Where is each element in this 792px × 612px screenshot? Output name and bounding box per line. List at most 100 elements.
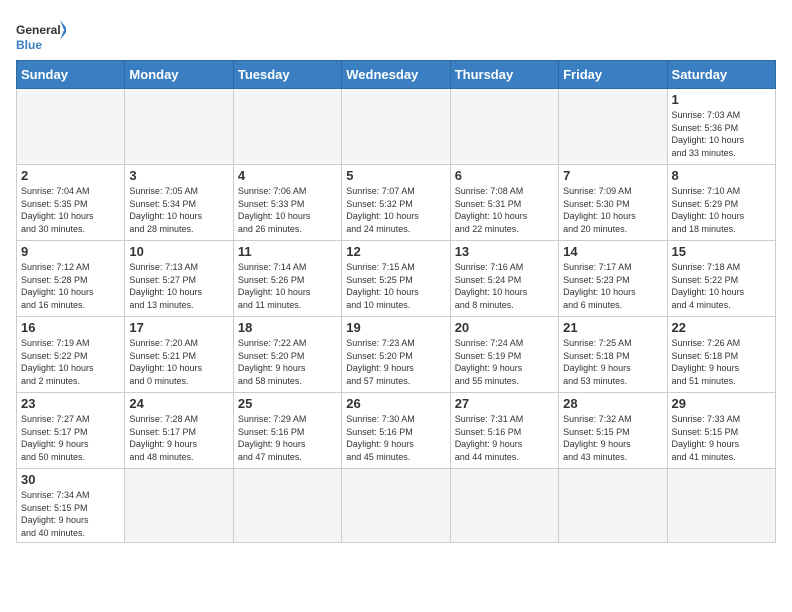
- day-info: Sunrise: 7:29 AM Sunset: 5:16 PM Dayligh…: [238, 413, 337, 463]
- calendar-cell: 7 Sunrise: 7:09 AM Sunset: 5:30 PM Daylig…: [559, 165, 667, 241]
- week-row-2: 2Sunrise: 7:04 AM Sunset: 5:35 PM Daylig…: [17, 165, 776, 241]
- day-info: Sunrise: 7:25 AM Sunset: 5:18 PM Dayligh…: [563, 337, 662, 387]
- calendar-cell: 29 Sunrise: 7:33 AM Sunset: 5:15 PM Dayli…: [667, 393, 775, 469]
- calendar-cell: 30 Sunrise: 7:34 AM Sunset: 5:15 PM Dayli…: [17, 469, 125, 543]
- calendar-cell: 1Sunrise: 7:03 AM Sunset: 5:36 PM Daylig…: [667, 89, 775, 165]
- day-info: Sunrise: 7:28 AM Sunset: 5:17 PM Dayligh…: [129, 413, 228, 463]
- calendar-cell: 4 Sunrise: 7:06 AM Sunset: 5:33 PM Daylig…: [233, 165, 341, 241]
- day-info: Sunrise: 7:06 AM Sunset: 5:33 PM Dayligh…: [238, 185, 337, 235]
- day-number: 13: [455, 244, 554, 259]
- calendar-cell: 8 Sunrise: 7:10 AM Sunset: 5:29 PM Daylig…: [667, 165, 775, 241]
- day-info: Sunrise: 7:05 AM Sunset: 5:34 PM Dayligh…: [129, 185, 228, 235]
- day-number: 26: [346, 396, 445, 411]
- day-info: Sunrise: 7:10 AM Sunset: 5:29 PM Dayligh…: [672, 185, 771, 235]
- logo-svg: General Blue: [16, 16, 66, 56]
- calendar-cell: 12Sunrise: 7:15 AM Sunset: 5:25 PM Dayli…: [342, 241, 450, 317]
- calendar-cell: 9 Sunrise: 7:12 AM Sunset: 5:28 PM Daylig…: [17, 241, 125, 317]
- day-number: 11: [238, 244, 337, 259]
- calendar-cell: 18Sunrise: 7:22 AM Sunset: 5:20 PM Dayli…: [233, 317, 341, 393]
- calendar-cell: [233, 469, 341, 543]
- day-number: 17: [129, 320, 228, 335]
- calendar-cell: 24Sunrise: 7:28 AM Sunset: 5:17 PM Dayli…: [125, 393, 233, 469]
- week-row-6: 30 Sunrise: 7:34 AM Sunset: 5:15 PM Dayli…: [17, 469, 776, 543]
- day-info: Sunrise: 7:03 AM Sunset: 5:36 PM Dayligh…: [672, 109, 771, 159]
- day-number: 5: [346, 168, 445, 183]
- calendar-cell: 19Sunrise: 7:23 AM Sunset: 5:20 PM Dayli…: [342, 317, 450, 393]
- calendar-cell: 25 Sunrise: 7:29 AM Sunset: 5:16 PM Dayli…: [233, 393, 341, 469]
- calendar-cell: [17, 89, 125, 165]
- day-of-week-sunday: Sunday: [17, 61, 125, 89]
- calendar-cell: [450, 469, 558, 543]
- day-info: Sunrise: 7:16 AM Sunset: 5:24 PM Dayligh…: [455, 261, 554, 311]
- day-info: Sunrise: 7:14 AM Sunset: 5:26 PM Dayligh…: [238, 261, 337, 311]
- svg-text:Blue: Blue: [16, 38, 42, 52]
- day-number: 30: [21, 472, 120, 487]
- day-info: Sunrise: 7:17 AM Sunset: 5:23 PM Dayligh…: [563, 261, 662, 311]
- days-of-week-row: SundayMondayTuesdayWednesdayThursdayFrid…: [17, 61, 776, 89]
- calendar-cell: [667, 469, 775, 543]
- calendar-cell: [125, 89, 233, 165]
- calendar-cell: 15Sunrise: 7:18 AM Sunset: 5:22 PM Dayli…: [667, 241, 775, 317]
- day-number: 20: [455, 320, 554, 335]
- day-info: Sunrise: 7:23 AM Sunset: 5:20 PM Dayligh…: [346, 337, 445, 387]
- day-number: 6: [455, 168, 554, 183]
- calendar-cell: [342, 89, 450, 165]
- day-number: 28: [563, 396, 662, 411]
- calendar-cell: 28 Sunrise: 7:32 AM Sunset: 5:15 PM Dayli…: [559, 393, 667, 469]
- week-row-3: 9 Sunrise: 7:12 AM Sunset: 5:28 PM Daylig…: [17, 241, 776, 317]
- day-info: Sunrise: 7:26 AM Sunset: 5:18 PM Dayligh…: [672, 337, 771, 387]
- day-number: 7: [563, 168, 662, 183]
- day-info: Sunrise: 7:13 AM Sunset: 5:27 PM Dayligh…: [129, 261, 228, 311]
- calendar-cell: [125, 469, 233, 543]
- day-info: Sunrise: 7:31 AM Sunset: 5:16 PM Dayligh…: [455, 413, 554, 463]
- day-number: 4: [238, 168, 337, 183]
- calendar-cell: 3 Sunrise: 7:05 AM Sunset: 5:34 PM Daylig…: [125, 165, 233, 241]
- calendar-cell: 23 Sunrise: 7:27 AM Sunset: 5:17 PM Dayli…: [17, 393, 125, 469]
- calendar-cell: 20Sunrise: 7:24 AM Sunset: 5:19 PM Dayli…: [450, 317, 558, 393]
- week-row-5: 23 Sunrise: 7:27 AM Sunset: 5:17 PM Dayli…: [17, 393, 776, 469]
- calendar-cell: 5 Sunrise: 7:07 AM Sunset: 5:32 PM Daylig…: [342, 165, 450, 241]
- day-of-week-tuesday: Tuesday: [233, 61, 341, 89]
- calendar-cell: 2Sunrise: 7:04 AM Sunset: 5:35 PM Daylig…: [17, 165, 125, 241]
- calendar-cell: 26Sunrise: 7:30 AM Sunset: 5:16 PM Dayli…: [342, 393, 450, 469]
- calendar-cell: 16Sunrise: 7:19 AM Sunset: 5:22 PM Dayli…: [17, 317, 125, 393]
- calendar-cell: 21 Sunrise: 7:25 AM Sunset: 5:18 PM Dayli…: [559, 317, 667, 393]
- day-of-week-wednesday: Wednesday: [342, 61, 450, 89]
- day-number: 27: [455, 396, 554, 411]
- day-info: Sunrise: 7:12 AM Sunset: 5:28 PM Dayligh…: [21, 261, 120, 311]
- calendar-cell: [559, 89, 667, 165]
- calendar-cell: 11 Sunrise: 7:14 AM Sunset: 5:26 PM Dayli…: [233, 241, 341, 317]
- day-number: 29: [672, 396, 771, 411]
- day-of-week-saturday: Saturday: [667, 61, 775, 89]
- day-info: Sunrise: 7:08 AM Sunset: 5:31 PM Dayligh…: [455, 185, 554, 235]
- day-info: Sunrise: 7:32 AM Sunset: 5:15 PM Dayligh…: [563, 413, 662, 463]
- logo: General Blue: [16, 16, 66, 56]
- day-info: Sunrise: 7:27 AM Sunset: 5:17 PM Dayligh…: [21, 413, 120, 463]
- calendar-header: SundayMondayTuesdayWednesdayThursdayFrid…: [17, 61, 776, 89]
- calendar-cell: 14 Sunrise: 7:17 AM Sunset: 5:23 PM Dayli…: [559, 241, 667, 317]
- calendar-body: 1Sunrise: 7:03 AM Sunset: 5:36 PM Daylig…: [17, 89, 776, 543]
- calendar-cell: [342, 469, 450, 543]
- day-info: Sunrise: 7:09 AM Sunset: 5:30 PM Dayligh…: [563, 185, 662, 235]
- day-of-week-friday: Friday: [559, 61, 667, 89]
- day-number: 14: [563, 244, 662, 259]
- day-info: Sunrise: 7:22 AM Sunset: 5:20 PM Dayligh…: [238, 337, 337, 387]
- calendar-cell: [559, 469, 667, 543]
- day-number: 10: [129, 244, 228, 259]
- day-info: Sunrise: 7:18 AM Sunset: 5:22 PM Dayligh…: [672, 261, 771, 311]
- svg-text:General: General: [16, 23, 61, 37]
- day-info: Sunrise: 7:33 AM Sunset: 5:15 PM Dayligh…: [672, 413, 771, 463]
- day-number: 21: [563, 320, 662, 335]
- day-number: 8: [672, 168, 771, 183]
- day-info: Sunrise: 7:34 AM Sunset: 5:15 PM Dayligh…: [21, 489, 120, 539]
- week-row-4: 16Sunrise: 7:19 AM Sunset: 5:22 PM Dayli…: [17, 317, 776, 393]
- day-info: Sunrise: 7:07 AM Sunset: 5:32 PM Dayligh…: [346, 185, 445, 235]
- day-number: 23: [21, 396, 120, 411]
- calendar-cell: [450, 89, 558, 165]
- day-of-week-monday: Monday: [125, 61, 233, 89]
- day-number: 25: [238, 396, 337, 411]
- day-info: Sunrise: 7:19 AM Sunset: 5:22 PM Dayligh…: [21, 337, 120, 387]
- day-number: 9: [21, 244, 120, 259]
- calendar-cell: [233, 89, 341, 165]
- day-number: 3: [129, 168, 228, 183]
